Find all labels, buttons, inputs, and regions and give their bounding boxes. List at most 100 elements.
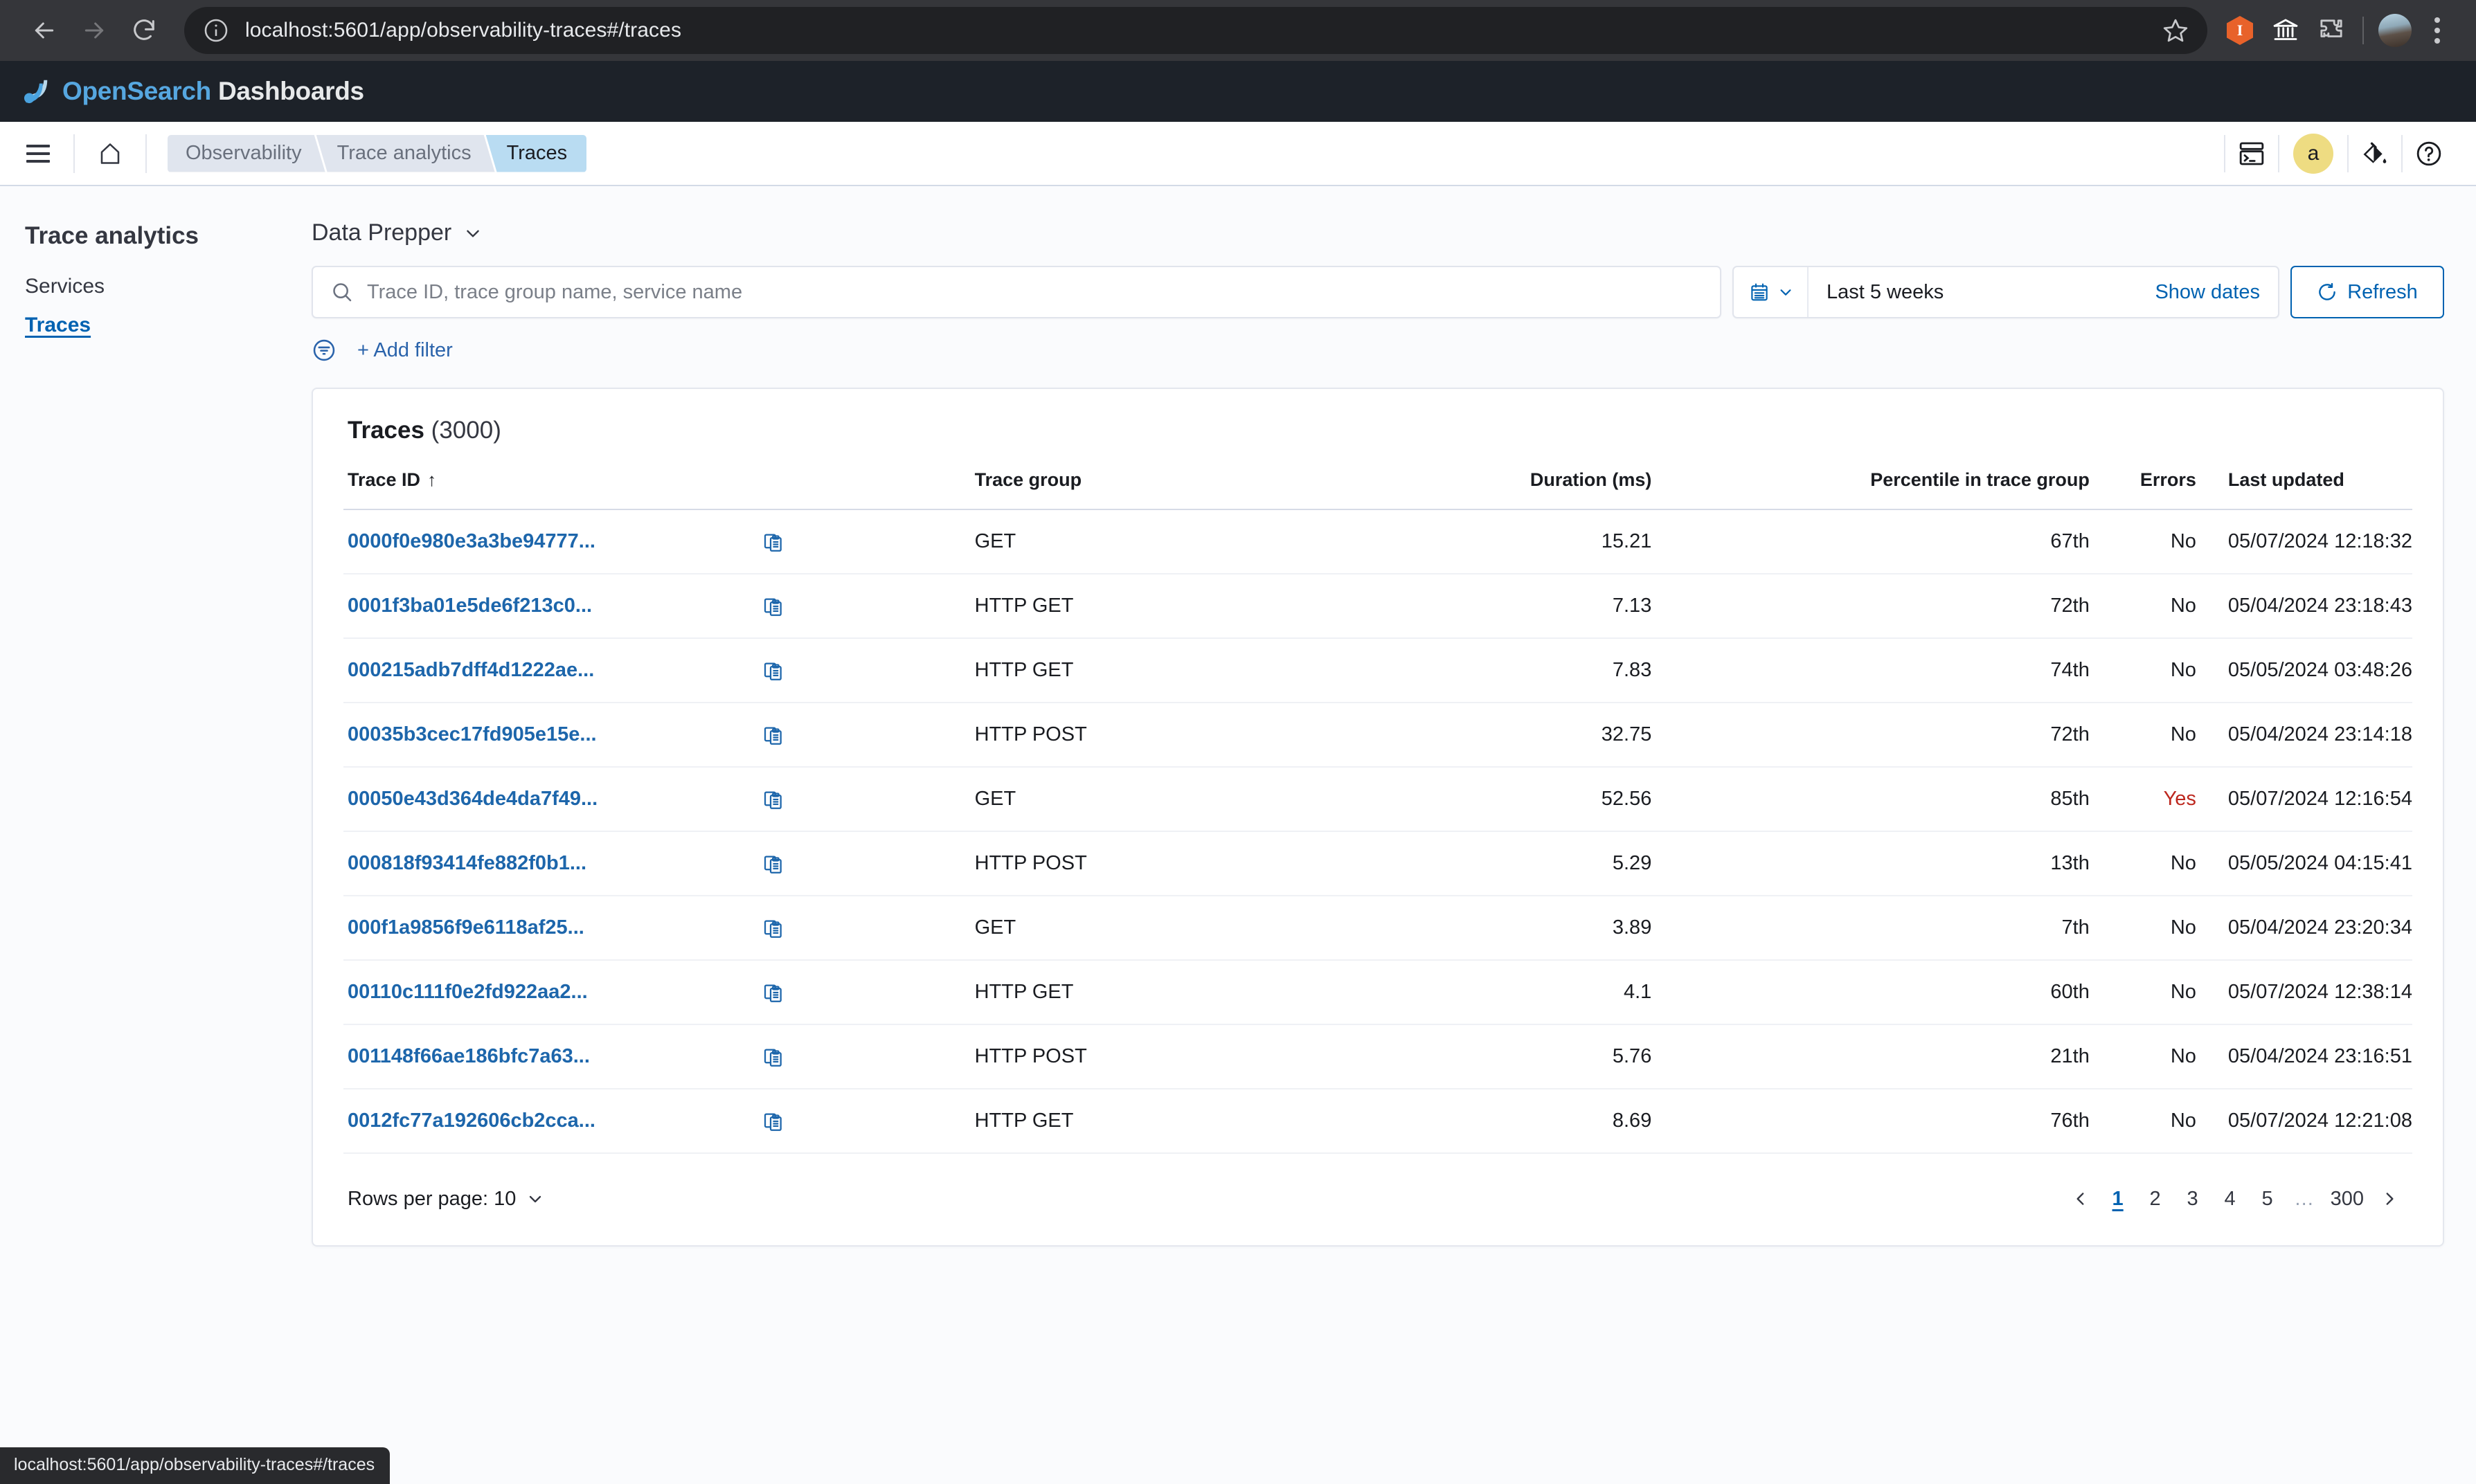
- cell-duration: 52.56: [1336, 767, 1652, 832]
- column-header-trace-id[interactable]: Trace ID ↑: [343, 469, 759, 510]
- copy-trace-id-button[interactable]: [758, 509, 971, 574]
- pagination-next-button[interactable]: [2371, 1180, 2408, 1218]
- trace-id-link[interactable]: 000f1a9856f9e6118af25...: [348, 916, 584, 939]
- cell-trace-group: HTTP GET: [970, 638, 1336, 703]
- cell-last-updated: 05/04/2024 23:20:34: [2196, 896, 2412, 961]
- data-source-selector[interactable]: Data Prepper: [312, 219, 2444, 246]
- refresh-icon: [2319, 282, 2336, 300]
- hamburger-menu-icon[interactable]: [18, 134, 58, 174]
- filter-icon[interactable]: [312, 338, 337, 363]
- cell-trace-id: 0000f0e980e3a3be94777...: [343, 509, 759, 574]
- trace-id-link[interactable]: 000215adb7dff4d1222ae...: [348, 659, 594, 681]
- calendar-icon: [1751, 283, 1768, 301]
- star-icon[interactable]: [2157, 12, 2194, 48]
- pagination-page-3[interactable]: 3: [2174, 1180, 2212, 1218]
- breadcrumb-item-observability[interactable]: Observability: [168, 135, 325, 172]
- cell-trace-id: 00050e43d364de4da7f49...: [343, 767, 759, 832]
- trace-id-link[interactable]: 00050e43d364de4da7f49...: [348, 788, 598, 810]
- pagination-page-2[interactable]: 2: [2137, 1180, 2174, 1218]
- theme-button[interactable]: [2349, 130, 2401, 177]
- pagination-page-5[interactable]: 5: [2249, 1180, 2286, 1218]
- address-bar[interactable]: localhost:5601/app/observability-traces#…: [184, 7, 2207, 54]
- trace-id-link[interactable]: 001148f66ae186bfc7a63...: [348, 1045, 590, 1067]
- trace-id-link[interactable]: 00110c111f0e2fd922aa2...: [348, 981, 588, 1003]
- forward-button[interactable]: [69, 6, 119, 55]
- dev-console-button[interactable]: [2225, 130, 2278, 177]
- cell-last-updated: 05/04/2024 23:14:18: [2196, 703, 2412, 768]
- copy-trace-id-button[interactable]: [758, 638, 971, 703]
- copy-trace-id-button[interactable]: [758, 574, 971, 639]
- trace-id-link[interactable]: 0000f0e980e3a3be94777...: [348, 530, 595, 552]
- date-range-value[interactable]: Last 5 weeks: [1809, 281, 1944, 304]
- column-header-last-updated[interactable]: Last updated: [2196, 469, 2412, 510]
- add-filter-link[interactable]: + Add filter: [357, 339, 453, 362]
- trace-id-link[interactable]: 00035b3cec17fd905e15e...: [348, 723, 597, 745]
- cell-errors: No: [2089, 638, 2196, 703]
- cell-trace-id: 0001f3ba01e5de6f213c0...: [343, 574, 759, 639]
- search-input[interactable]: Trace ID, trace group name, service name: [312, 266, 1721, 318]
- copy-trace-id-button[interactable]: [758, 896, 971, 961]
- cell-errors: No: [2089, 509, 2196, 574]
- trace-id-link[interactable]: 0012fc77a192606cb2cca...: [348, 1110, 595, 1132]
- profile-button[interactable]: [2372, 8, 2418, 53]
- hamburger-line: [26, 144, 50, 147]
- rows-per-page-selector[interactable]: Rows per page: 10: [348, 1188, 544, 1211]
- breadcrumb-item-trace-analytics[interactable]: Trace analytics: [316, 135, 495, 172]
- cell-duration: 32.75: [1336, 703, 1652, 768]
- reload-button[interactable]: [119, 6, 169, 55]
- search-icon: [333, 283, 352, 302]
- help-button[interactable]: [2403, 130, 2455, 177]
- cell-trace-group: GET: [970, 509, 1336, 574]
- copy-trace-id-button[interactable]: [758, 960, 971, 1025]
- nav-sep-2: [2278, 134, 2279, 172]
- chrome-menu-button[interactable]: [2418, 8, 2457, 53]
- url-text: localhost:5601/app/observability-traces#…: [245, 19, 682, 42]
- cell-trace-id: 00035b3cec17fd905e15e...: [343, 703, 759, 768]
- breadcrumb-item-traces[interactable]: Traces: [485, 134, 587, 172]
- sidebar-item-services[interactable]: Services: [25, 275, 105, 298]
- opensearch-logo[interactable]: OpenSearch Dashboards: [18, 73, 364, 109]
- date-quick-select-button[interactable]: [1734, 267, 1809, 317]
- refresh-button[interactable]: Refresh: [2290, 266, 2444, 318]
- show-dates-link[interactable]: Show dates: [2155, 281, 2260, 304]
- pagination-page-4[interactable]: 4: [2212, 1180, 2249, 1218]
- pagination-page-1[interactable]: 1: [2099, 1180, 2137, 1218]
- status-badge: No: [2170, 981, 2196, 1003]
- column-header-percentile[interactable]: Percentile in trace group: [1651, 469, 2090, 510]
- table-row: 000f1a9856f9e6118af25... GET 3.89 7th No 05/0…: [343, 896, 2412, 961]
- copy-trace-id-button[interactable]: [758, 831, 971, 896]
- copy-clipboard-icon: [764, 1112, 782, 1131]
- avatar[interactable]: a: [2293, 133, 2333, 174]
- cell-trace-id: 000818f93414fe882f0b1...: [343, 831, 759, 896]
- extension-orange-button[interactable]: I: [2217, 8, 2263, 53]
- status-badge: No: [2170, 659, 2196, 681]
- bank-extension-button[interactable]: [2263, 8, 2308, 53]
- hamburger-line: [26, 159, 50, 163]
- column-header-trace-group[interactable]: Trace group: [970, 469, 1336, 510]
- cell-trace-id: 000215adb7dff4d1222ae...: [343, 638, 759, 703]
- back-button[interactable]: [19, 6, 69, 55]
- column-header-errors[interactable]: Errors: [2089, 469, 2196, 510]
- column-header-duration[interactable]: Duration (ms): [1336, 469, 1652, 510]
- column-header-copy: [758, 469, 971, 510]
- copy-trace-id-button[interactable]: [758, 703, 971, 768]
- opensearch-header: OpenSearch Dashboards: [0, 61, 2476, 122]
- trace-id-link[interactable]: 0001f3ba01e5de6f213c0...: [348, 595, 592, 617]
- pagination-prev-button[interactable]: [2062, 1180, 2099, 1218]
- bank-icon: [2273, 19, 2298, 40]
- date-picker[interactable]: Last 5 weeks Show dates: [1732, 266, 2279, 318]
- site-info-icon[interactable]: [202, 17, 230, 44]
- cell-last-updated: 05/05/2024 03:48:26: [2196, 638, 2412, 703]
- sidebar-item-traces[interactable]: Traces: [25, 314, 91, 337]
- pagination-page-300[interactable]: 300: [2324, 1180, 2371, 1218]
- forward-arrow-icon: [84, 22, 104, 39]
- dev-console-icon: [2239, 142, 2264, 165]
- table-row: 00110c111f0e2fd922aa2... HTTP GET 4.1 60th N…: [343, 960, 2412, 1025]
- trace-id-link[interactable]: 000818f93414fe882f0b1...: [348, 852, 586, 874]
- column-header-trace-id-label: Trace ID: [348, 469, 421, 490]
- extensions-puzzle-button[interactable]: [2308, 8, 2354, 53]
- copy-trace-id-button[interactable]: [758, 767, 971, 832]
- copy-trace-id-button[interactable]: [758, 1089, 971, 1154]
- home-button[interactable]: [90, 134, 130, 174]
- copy-trace-id-button[interactable]: [758, 1024, 971, 1089]
